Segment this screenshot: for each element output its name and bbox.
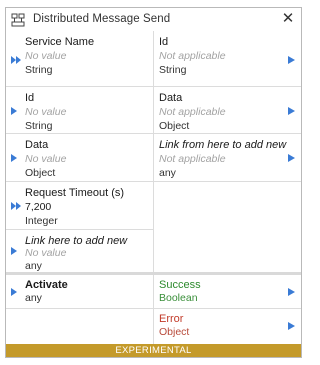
success-port-icon[interactable] [287, 287, 296, 297]
output-value: Not applicable [159, 106, 226, 118]
experimental-banner: EXPERIMENTAL [6, 344, 301, 357]
output-link-add-new[interactable]: Link from here to add new Not applicable… [154, 134, 301, 182]
error-port-icon[interactable] [287, 321, 296, 331]
control-success[interactable]: Success Boolean [154, 275, 301, 309]
input-type: String [25, 64, 53, 76]
output-type: any [159, 167, 176, 179]
input-request-timeout[interactable]: Request Timeout (s) 7,200 Integer [6, 182, 154, 230]
activate-label: Activate [25, 279, 68, 291]
input-type: any [25, 260, 42, 272]
input-port-icon[interactable] [10, 246, 22, 256]
output-type: Object [159, 120, 190, 132]
input-link-add-new[interactable]: Link here to add new No value any [6, 230, 154, 272]
output-label: Link from here to add new [159, 139, 287, 151]
output-label: Id [159, 36, 169, 48]
output-data[interactable]: Data Not applicable Object [154, 87, 301, 134]
input-port-icon[interactable] [10, 153, 22, 163]
input-port-icon[interactable] [10, 106, 22, 116]
input-data[interactable]: Data No value Object [6, 134, 154, 182]
output-type: String [159, 64, 187, 76]
input-label: Id [25, 92, 35, 104]
close-icon[interactable]: ✕ [280, 10, 296, 27]
output-id[interactable]: Id Not applicable String [154, 31, 301, 87]
input-value[interactable]: No value [25, 153, 66, 165]
output-port-icon[interactable] [287, 55, 296, 65]
activate-port-icon[interactable] [10, 287, 22, 297]
input-value[interactable]: No value [25, 106, 66, 118]
control-error[interactable]: Error Object [154, 309, 301, 344]
success-label: Success [159, 279, 201, 291]
input-type: Integer [25, 215, 58, 227]
output-value: Not applicable [159, 50, 226, 62]
input-label: Link here to add new [25, 235, 128, 247]
input-type: Object [25, 167, 56, 179]
input-value[interactable]: 7,200 [25, 201, 51, 213]
multi-input-port-icon[interactable] [10, 201, 22, 211]
input-value[interactable]: No value [25, 247, 66, 259]
error-type: Object [159, 326, 190, 338]
output-value: Not applicable [159, 153, 226, 165]
input-type: String [25, 120, 53, 132]
output-label: Data [159, 92, 183, 104]
activate-type: any [25, 292, 42, 304]
error-label: Error [159, 313, 184, 325]
block-title: Distributed Message Send [33, 13, 171, 25]
output-port-icon[interactable] [287, 153, 296, 163]
control-activate[interactable]: Activate any [6, 275, 154, 309]
success-type: Boolean [159, 292, 198, 304]
control-left-empty [6, 309, 154, 344]
output-empty-area [154, 182, 301, 272]
input-service-name[interactable]: Service Name No value String [6, 31, 154, 87]
input-label: Service Name [25, 36, 95, 48]
input-id[interactable]: Id No value String [6, 87, 154, 134]
distributed-message-icon [11, 13, 25, 27]
multi-input-port-icon[interactable] [10, 55, 22, 65]
input-label: Data [25, 139, 49, 151]
distributed-message-send-block[interactable]: Distributed Message Send ✕ Service Name … [5, 7, 302, 358]
input-value[interactable]: No value [25, 50, 66, 62]
block-header[interactable]: Distributed Message Send ✕ [6, 8, 301, 32]
output-port-icon[interactable] [287, 106, 296, 116]
input-label: Request Timeout (s) [25, 187, 125, 199]
